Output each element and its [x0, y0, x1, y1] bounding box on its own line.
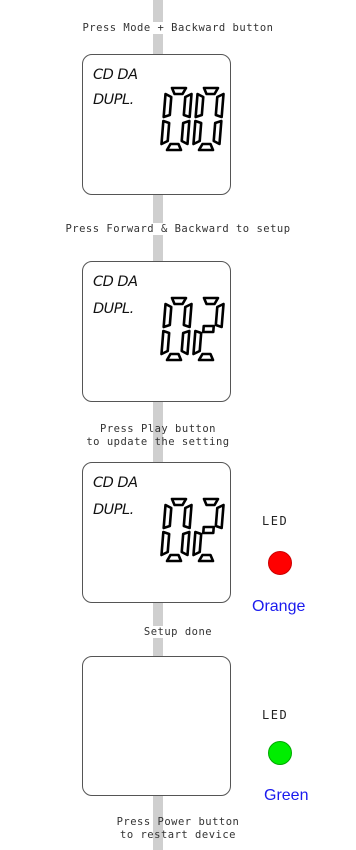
lcd-segment-f: [194, 92, 205, 119]
lcd-segment-f: [162, 92, 173, 119]
lcd-segment-b: [182, 302, 193, 329]
lcd-panel-step-1: CD DA DUPL.: [82, 54, 231, 195]
lcd-segment-e: [192, 329, 203, 356]
lcd-segment-a: [170, 296, 188, 306]
orange-led-indicator: [268, 551, 292, 575]
lcd-segment-d: [165, 553, 183, 563]
lcd-segment-c: [180, 119, 191, 146]
step-3-caption-line-2: to update the setting: [86, 436, 230, 448]
lcd-segment-b: [182, 503, 193, 530]
lcd-segment-d: [197, 142, 215, 152]
lcd-segment-f: [162, 302, 173, 329]
lcd-label-cd-da: CD DA: [93, 274, 138, 290]
lcd-segment-e: [192, 530, 203, 557]
lcd-segment-d: [197, 553, 215, 563]
step-4-caption: Setup done: [142, 626, 214, 638]
lcd-segment-e: [192, 119, 203, 146]
lcd-segment-d: [197, 352, 215, 362]
lcd-label-dupl: DUPL.: [93, 92, 134, 108]
lcd-segment-c: [212, 119, 223, 146]
lcd-label-dupl: DUPL.: [93, 502, 134, 518]
lcd-segment-a: [170, 86, 188, 96]
lcd-segment-b: [214, 503, 225, 530]
lcd-segment-b: [214, 92, 225, 119]
lcd-digits: [160, 86, 225, 152]
lcd-panel-step-2: CD DA DUPL.: [82, 261, 231, 402]
lcd-segment-b: [214, 302, 225, 329]
lcd-segment-e: [160, 530, 171, 557]
step-2-caption: Press Forward & Backward to setup: [64, 223, 292, 235]
step-5-caption-line-2: to restart device: [120, 829, 236, 841]
lcd-segment-f: [162, 503, 173, 530]
lcd-segment-a: [202, 86, 220, 96]
lcd-segment-c: [180, 329, 191, 356]
led-name-orange: Orange: [252, 598, 306, 615]
step-5-caption-line-1: Press Power button: [116, 816, 240, 828]
lcd-panel-step-3: CD DA DUPL.: [82, 462, 231, 603]
step-3-caption-line-1: Press Play button: [100, 423, 216, 435]
lcd-segment-g: [201, 525, 216, 535]
led-label: LED: [262, 708, 289, 722]
lcd-segment-a: [202, 296, 220, 306]
lcd-segment-g: [201, 324, 216, 334]
lcd-label-cd-da: CD DA: [93, 67, 138, 83]
lcd-segment-a: [202, 497, 220, 507]
led-label: LED: [262, 514, 289, 528]
step-5-caption: Press Power button to restart device: [0, 816, 356, 842]
lcd-segment-b: [182, 92, 193, 119]
lcd-segment-e: [160, 329, 171, 356]
lcd-segment-c: [180, 530, 191, 557]
lcd-segment-d: [165, 352, 183, 362]
green-led-indicator: [268, 741, 292, 765]
step-3-caption: Press Play button to update the setting: [0, 423, 336, 449]
blank-panel-step-4: [82, 656, 231, 796]
lcd-label-dupl: DUPL.: [93, 301, 134, 317]
lcd-digits: [160, 296, 225, 362]
led-name-green: Green: [264, 787, 309, 804]
lcd-segment-a: [170, 497, 188, 507]
lcd-segment-e: [160, 119, 171, 146]
lcd-digits: [160, 497, 225, 563]
lcd-label-cd-da: CD DA: [93, 475, 138, 491]
step-1-caption: Press Mode + Backward button: [81, 22, 275, 34]
lcd-segment-d: [165, 142, 183, 152]
